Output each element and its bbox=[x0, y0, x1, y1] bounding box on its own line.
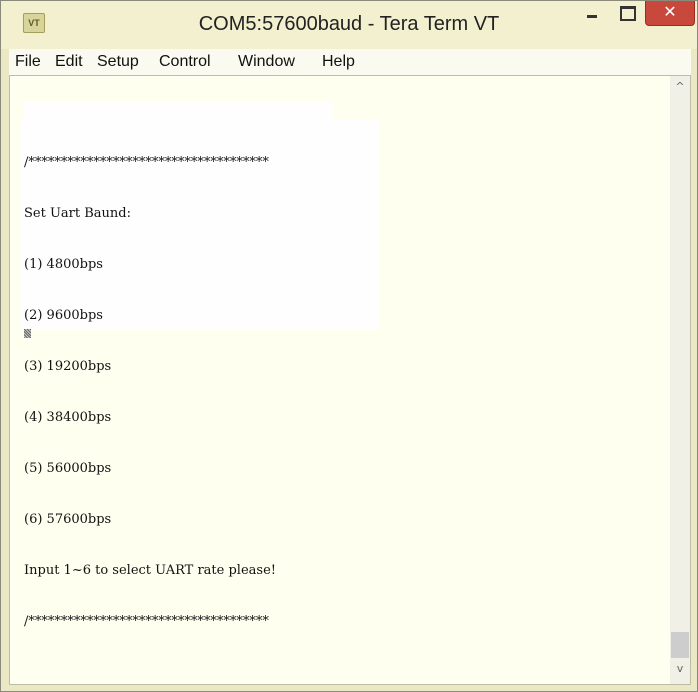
menu-file[interactable]: File bbox=[15, 53, 41, 71]
terminal-line: /************************************* bbox=[24, 614, 269, 629]
close-button[interactable]: ✕ bbox=[645, 1, 695, 26]
terminal-line: (6) 57600bps bbox=[24, 512, 112, 527]
terminal-line: (5) 56000bps bbox=[24, 461, 112, 476]
title-bar[interactable]: VT COM5:57600baud - Tera Term VT ✕ bbox=[1, 1, 697, 49]
terminal-line: (3) 19200bps bbox=[24, 359, 112, 374]
menu-help[interactable]: Help bbox=[322, 53, 355, 71]
menu-setup[interactable]: Setup bbox=[97, 53, 139, 71]
minimize-button[interactable] bbox=[579, 1, 605, 25]
terminal-line: Input 1~6 to select UART rate please! bbox=[24, 563, 276, 578]
menu-control[interactable]: Control bbox=[159, 53, 211, 71]
terminal-highlight bbox=[24, 102, 334, 120]
scrollbar-thumb[interactable] bbox=[671, 632, 689, 658]
menu-window[interactable]: Window bbox=[238, 53, 295, 71]
terminal-cursor bbox=[24, 329, 31, 338]
scroll-down-arrow-icon[interactable]: v bbox=[670, 662, 690, 680]
scroll-up-arrow-icon[interactable]: ^ bbox=[670, 80, 690, 98]
maximize-button[interactable] bbox=[613, 1, 641, 25]
vertical-scrollbar[interactable]: ^ v bbox=[670, 76, 690, 684]
tera-term-window: VT COM5:57600baud - Tera Term VT ✕ File … bbox=[0, 0, 698, 692]
terminal-line: (4) 38400bps bbox=[24, 410, 112, 425]
terminal-line: (1) 4800bps bbox=[24, 257, 103, 272]
menu-edit[interactable]: Edit bbox=[55, 53, 83, 71]
close-icon: ✕ bbox=[663, 2, 677, 21]
terminal-area[interactable]: /************************************* S… bbox=[9, 75, 691, 685]
terminal-line: Set Uart Baund: bbox=[24, 206, 131, 221]
terminal-line: (2) 9600bps bbox=[24, 308, 103, 323]
terminal-output: /************************************* S… bbox=[24, 120, 276, 664]
terminal-line: /************************************* bbox=[24, 155, 269, 170]
menu-bar: File Edit Setup Control Window Help bbox=[9, 49, 691, 75]
